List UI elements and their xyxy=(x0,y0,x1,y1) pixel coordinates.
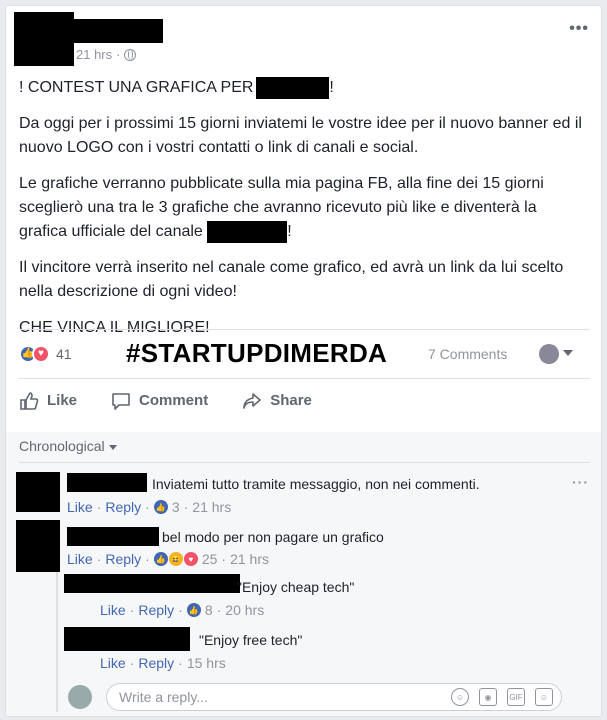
chevron-down-icon[interactable] xyxy=(563,350,573,356)
share-icon xyxy=(243,392,261,409)
separator-dot: · xyxy=(216,602,222,618)
separator-dot: · xyxy=(96,551,102,567)
comment-reply-link[interactable]: Reply xyxy=(105,499,141,515)
post-text: ! xyxy=(329,79,334,96)
like-label: Like xyxy=(47,392,78,409)
post-paragraph-1: ! CONTEST UNA GRAFICA PER! xyxy=(19,76,589,100)
globe-icon xyxy=(124,48,137,61)
comment-time[interactable]: 21 hrs xyxy=(230,551,269,567)
post-action-bar: Like Comment Share xyxy=(19,378,590,422)
reply-text: "Enjoy cheap tech" xyxy=(237,579,355,595)
commenter-avatar-redacted[interactable] xyxy=(16,520,60,572)
separator-dot: · xyxy=(145,551,150,567)
commenter-avatar-redacted[interactable] xyxy=(16,472,60,512)
reply-reply-link[interactable]: Reply xyxy=(138,655,174,671)
separator-dot: · xyxy=(178,602,183,618)
separator-dot: · xyxy=(96,499,102,515)
comment-like-link[interactable]: Like xyxy=(67,551,93,567)
reply-meta: Like · Reply · 👍 8 · 20 hrs xyxy=(100,602,264,618)
comment-reaction-count[interactable]: 25 xyxy=(202,551,218,567)
sort-label: Chronological xyxy=(19,438,105,454)
chevron-down-icon xyxy=(108,444,117,450)
reaction-count[interactable]: 41 xyxy=(56,346,72,362)
separator-dot: · xyxy=(145,499,150,515)
overlay-hashtag: #STARTUPDIMERDA xyxy=(126,338,388,368)
reply-reaction-count[interactable]: 8 xyxy=(205,602,213,618)
more-options-icon[interactable]: ••• xyxy=(569,20,589,38)
like-reaction-icon: 👍 xyxy=(186,603,201,617)
author-name-redacted[interactable] xyxy=(73,19,163,43)
like-reaction-icon: 👍 xyxy=(153,500,168,514)
separator-dot: · xyxy=(183,499,189,515)
timestamp-text[interactable]: 21 hrs xyxy=(76,47,112,62)
comments-section: Chronological Inviatemi tutto tramite me… xyxy=(6,432,601,716)
post-body: ! CONTEST UNA GRAFICA PER! Da oggi per i… xyxy=(19,76,589,352)
love-reaction-icon: ♥ xyxy=(183,552,198,566)
facebook-post-card: 21 hrs · ••• ! CONTEST UNA GRAFICA PER! … xyxy=(5,5,602,717)
separator-dot: · xyxy=(221,551,227,567)
reply-thread-line xyxy=(56,572,58,712)
current-user-avatar[interactable] xyxy=(68,685,92,709)
replier-name-redacted[interactable] xyxy=(64,627,190,651)
emoji-icon[interactable]: ☺ xyxy=(451,688,469,706)
comment-reply-link[interactable]: Reply xyxy=(105,551,141,567)
post-timestamp[interactable]: 21 hrs · xyxy=(76,47,137,62)
reply-meta: Like · Reply · 15 hrs xyxy=(100,655,226,671)
viewer-avatar[interactable] xyxy=(539,344,559,364)
gif-icon[interactable]: GIF xyxy=(507,688,525,706)
comment-icon xyxy=(112,392,130,410)
commenter-name-redacted[interactable] xyxy=(67,473,147,492)
like-button[interactable]: Like xyxy=(19,391,77,411)
reply-reply-link[interactable]: Reply xyxy=(138,602,174,618)
separator-dot: · xyxy=(116,47,121,62)
comment-options-icon[interactable]: ··· xyxy=(572,474,589,490)
like-reaction-icon: 👍 xyxy=(153,552,168,566)
post-paragraph-4: Il vincitore verrà inserito nel canale c… xyxy=(19,259,564,300)
reaction-summary[interactable]: 👍 ♥ 41 xyxy=(19,344,72,363)
reply-like-link[interactable]: Like xyxy=(100,602,126,618)
separator-dot: · xyxy=(178,655,183,671)
comment-text: bel modo per non pagare un grafico xyxy=(162,529,384,545)
reply-like-link[interactable]: Like xyxy=(100,655,126,671)
separator-dot: · xyxy=(129,602,135,618)
thumbs-up-icon xyxy=(20,391,39,410)
post-paragraph-3: Le grafiche verranno pubblicate sulla mi… xyxy=(19,172,589,244)
love-reaction-icon: ♥ xyxy=(32,344,50,363)
redacted-channel-name xyxy=(256,76,330,99)
comment-button[interactable]: Comment xyxy=(111,391,208,411)
commenter-name-redacted[interactable] xyxy=(67,527,159,546)
comments-count-link[interactable]: 7 Comments xyxy=(428,346,507,362)
reply-input-tools: ☺ ◉ GIF ☺ xyxy=(451,688,553,706)
comment-time[interactable]: 21 hrs xyxy=(192,499,231,515)
comment-meta: Like · Reply · 👍 3 · 21 hrs xyxy=(67,499,231,515)
post-text: ! CONTEST UNA GRAFICA PER xyxy=(19,79,254,96)
comment-label: Comment xyxy=(139,392,209,409)
author-avatar-redacted[interactable] xyxy=(14,12,74,66)
reply-input[interactable]: Write a reply... ☺ ◉ GIF ☺ xyxy=(106,683,562,711)
comment-text: Inviatemi tutto tramite messaggio, non n… xyxy=(152,476,480,492)
post-paragraph-2: Da oggi per i prossimi 15 giorni inviate… xyxy=(19,115,582,156)
replier-name-redacted[interactable] xyxy=(64,574,240,593)
post-text: ! xyxy=(287,223,292,240)
reply-text: "Enjoy free tech" xyxy=(199,632,303,648)
comment-sort-dropdown[interactable]: Chronological xyxy=(19,438,117,454)
comment-reaction-count[interactable]: 3 xyxy=(172,499,180,515)
redacted-channel-name xyxy=(207,220,288,243)
divider xyxy=(19,462,590,463)
share-button[interactable]: Share xyxy=(242,391,312,411)
reply-time[interactable]: 20 hrs xyxy=(225,602,264,618)
comment-meta: Like · Reply · 👍 😆 ♥ 25 · 21 hrs xyxy=(67,551,269,567)
comment-like-link[interactable]: Like xyxy=(67,499,93,515)
haha-reaction-icon: 😆 xyxy=(168,552,183,566)
separator-dot: · xyxy=(129,655,135,671)
sticker-icon[interactable]: ☺ xyxy=(535,688,553,706)
share-label: Share xyxy=(270,392,312,409)
camera-icon[interactable]: ◉ xyxy=(479,688,497,706)
reply-placeholder: Write a reply... xyxy=(119,689,208,705)
reply-time[interactable]: 15 hrs xyxy=(187,655,226,671)
